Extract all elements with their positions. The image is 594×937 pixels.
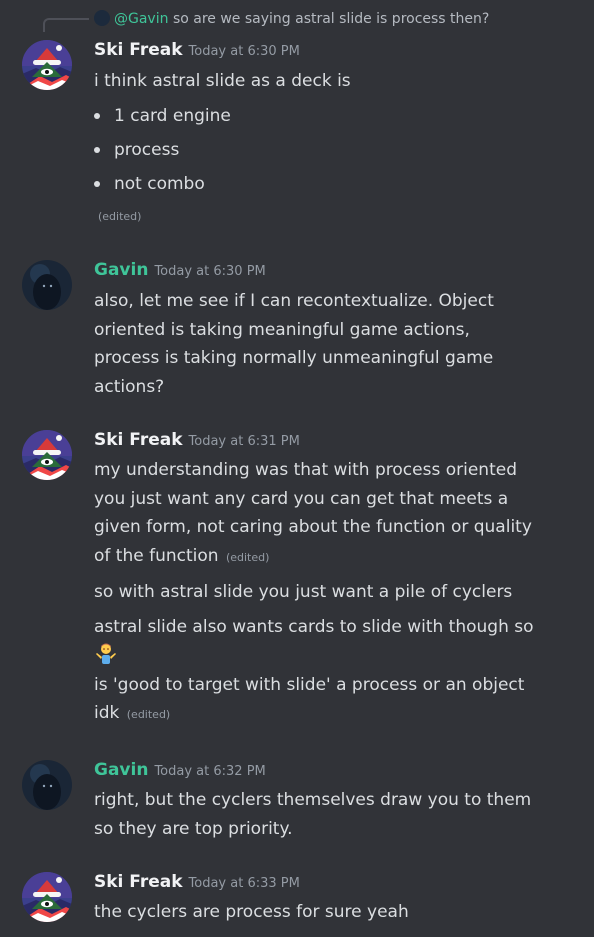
message-header: Gavin Today at 6:32 PM: [94, 760, 266, 780]
message-text: idk (edited): [94, 703, 171, 723]
chat-messages: @Gavin so are we saying astral slide is …: [0, 0, 594, 937]
message-group: Ski Freak Today at 6:31 PM my understandi…: [0, 428, 594, 738]
avatar[interactable]: [22, 760, 72, 810]
username[interactable]: Gavin: [94, 260, 148, 280]
message-group: @Gavin so are we saying astral slide is …: [0, 0, 594, 245]
message-header: Gavin Today at 6:30 PM: [94, 260, 266, 280]
avatar[interactable]: [22, 260, 72, 310]
message-text: given form, not caring about the functio…: [94, 517, 532, 537]
username[interactable]: Gavin: [94, 760, 148, 780]
username[interactable]: Ski Freak: [94, 430, 183, 450]
message-content: right, but the cyclers themselves draw y…: [94, 786, 564, 843]
message-group: Gavin Today at 6:30 PM also, let me see i…: [0, 258, 594, 408]
timestamp: Today at 6:30 PM: [154, 264, 266, 279]
message-text: the cyclers are process for sure yeah: [94, 902, 409, 922]
avatar[interactable]: [22, 430, 72, 480]
reply-preview[interactable]: @Gavin so are we saying astral slide is …: [94, 10, 489, 27]
emoji-line: [94, 641, 564, 671]
message-text: is 'good to target with slide' a process…: [94, 674, 525, 695]
message-text: of the function (edited): [94, 545, 270, 566]
timestamp: Today at 6:32 PM: [154, 764, 266, 779]
username[interactable]: Ski Freak: [94, 40, 183, 60]
list-item: process: [94, 133, 564, 167]
edited-indicator: (edited): [225, 550, 270, 564]
message-content: my understanding was that with process o…: [94, 456, 564, 730]
message-content: also, let me see if I can recontextualiz…: [94, 287, 564, 401]
message-text: you just want any card you can get that …: [94, 488, 509, 509]
message-text: also, let me see if I can recontextualiz…: [94, 291, 494, 311]
edited-indicator: (edited): [126, 708, 171, 721]
message-content: the cyclers are process for sure yeah: [94, 898, 564, 927]
bullet-icon: [94, 180, 100, 187]
avatar[interactable]: [22, 872, 72, 922]
message-text: so they are top priority.: [94, 818, 293, 839]
message-text: oriented is taking meaningful game actio…: [94, 319, 470, 340]
message-text: my understanding was that with process o…: [94, 460, 517, 480]
bullet-icon: [94, 146, 100, 153]
message-group: Gavin Today at 6:32 PM right, but the cyc…: [0, 758, 594, 848]
list-item: 1 card engine: [94, 99, 564, 133]
message-header: Ski Freak Today at 6:30 PM: [94, 40, 300, 60]
message-content: i think astral slide as a deck is 1 card…: [94, 67, 564, 233]
edited-indicator: (edited): [98, 209, 142, 223]
message-header: Ski Freak Today at 6:33 PM: [94, 872, 300, 892]
message-text: right, but the cyclers themselves draw y…: [94, 790, 532, 810]
message-text: so with astral slide you just want a pil…: [94, 582, 513, 602]
reply-avatar: [94, 10, 110, 26]
person-shrugging-emoji[interactable]: [94, 641, 118, 665]
list-item: not combo: [94, 167, 564, 201]
message-text: astral slide also wants cards to slide w…: [94, 616, 534, 637]
message-text: i think astral slide as a deck is: [94, 71, 351, 91]
message-group: Ski Freak Today at 6:33 PM the cyclers ar…: [0, 870, 594, 937]
timestamp: Today at 6:30 PM: [188, 44, 300, 59]
timestamp: Today at 6:33 PM: [188, 876, 300, 891]
bullet-list: 1 card engine process not combo: [94, 99, 564, 201]
reply-connector: [43, 18, 89, 32]
message-text: actions?: [94, 376, 165, 397]
reply-text: so are we saying astral slide is process…: [172, 11, 490, 27]
message-text: process is taking normally unmeaningful …: [94, 348, 494, 368]
reply-mention[interactable]: @Gavin: [114, 11, 168, 27]
avatar[interactable]: [22, 40, 72, 90]
username[interactable]: Ski Freak: [94, 872, 183, 892]
timestamp: Today at 6:31 PM: [188, 434, 300, 449]
bullet-icon: [94, 112, 100, 119]
message-header: Ski Freak Today at 6:31 PM: [94, 430, 300, 450]
